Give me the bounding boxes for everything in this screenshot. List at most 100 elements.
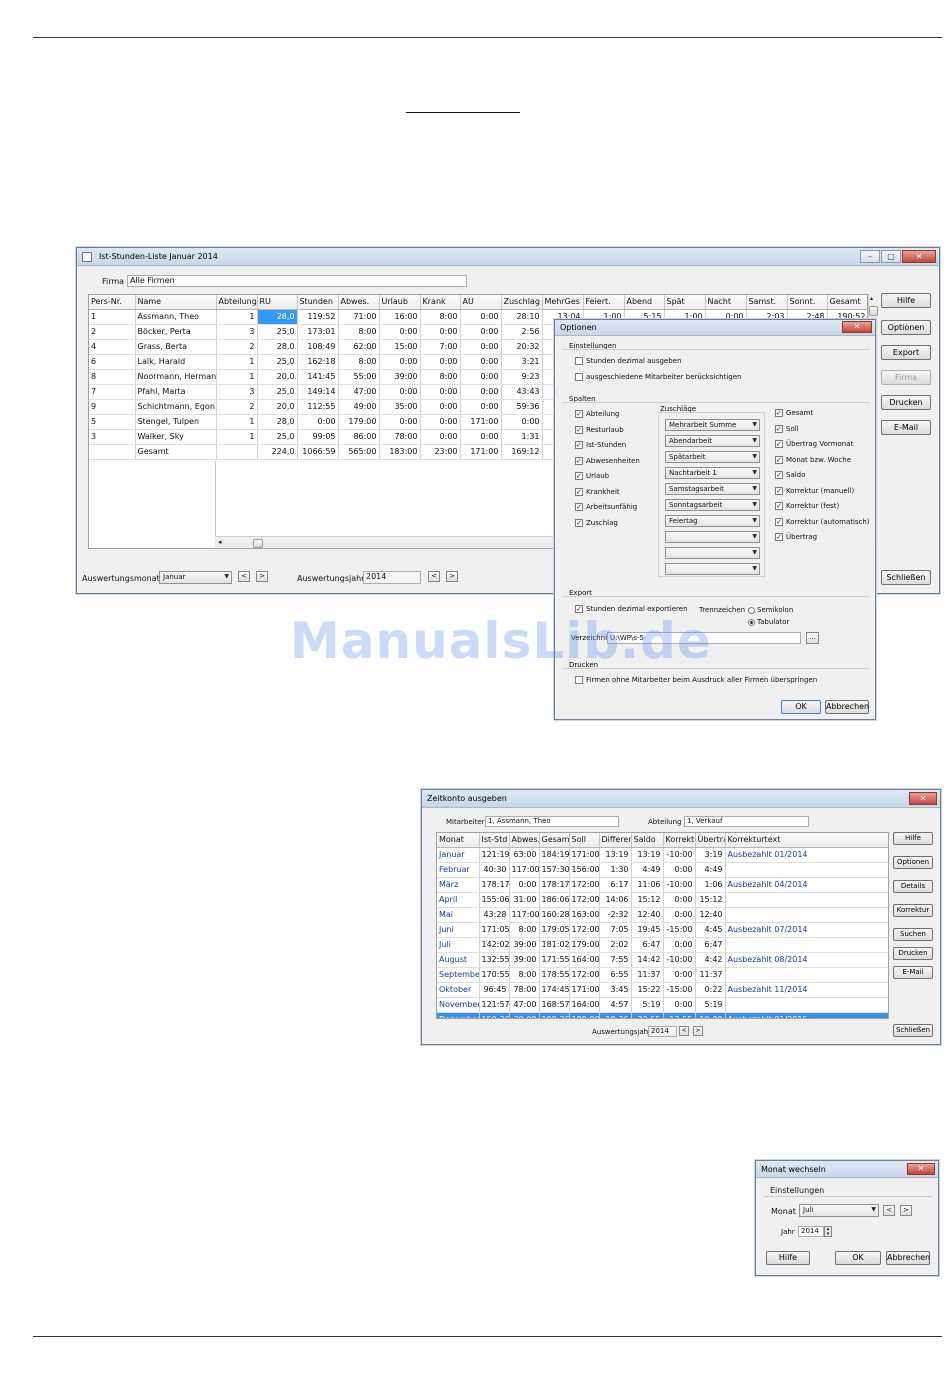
column-header[interactable]: Differenz	[599, 833, 632, 848]
zuschlag-dropdown[interactable]: Mehrarbeit Summe ▼	[665, 419, 760, 431]
column-header[interactable]: Saldo	[631, 833, 664, 848]
minimize-icon[interactable]: –	[860, 250, 880, 263]
checkbox-checked-icon[interactable]: ✓	[575, 410, 583, 418]
column-header[interactable]: Stunden	[297, 295, 339, 310]
monat-dropdown[interactable]: Januar ▼	[159, 571, 232, 584]
ist-stunden-titlebar[interactable]: Ist-Stunden-Liste Januar 2014 – □ ✕	[77, 248, 939, 266]
spalte-option-right[interactable]: ✓ Saldo	[775, 471, 805, 479]
scroll-left-icon[interactable]: ◂	[218, 538, 222, 546]
checkbox-checked-icon[interactable]: ✓	[575, 503, 583, 511]
zuschlag-dropdown[interactable]: ▼	[665, 563, 760, 575]
column-header[interactable]: Korrekturtext	[725, 833, 888, 848]
monat-select[interactable]: Juli ▼	[799, 1204, 879, 1217]
table-row[interactable]: November 121:57 47:00 168:57 164:00 4:57 5:19 0…	[437, 997, 888, 1013]
optionen-button[interactable]: Optionen	[881, 320, 931, 335]
checkbox-checked-icon[interactable]: ✓	[575, 456, 583, 465]
column-header[interactable]: Spät	[664, 295, 706, 310]
jahr-field[interactable]: 2014	[363, 571, 421, 584]
zuschlag-dropdown[interactable]: ▼	[665, 547, 760, 559]
zuschlag-dropdown[interactable]: Feiertag ▼	[665, 515, 760, 527]
monat-titlebar[interactable]: Monat wechseln ✕	[756, 1161, 938, 1178]
column-header[interactable]: Krank	[420, 295, 461, 310]
checkbox-checked-icon[interactable]: ✓	[575, 472, 583, 480]
spalte-option-right[interactable]: ✓ Übertrag Vormonat	[775, 440, 853, 448]
zuschlag-dropdown[interactable]: Spätarbeit ▼	[665, 451, 760, 463]
zuschlag-dropdown[interactable]: Nachtarbeit 1 ▼	[665, 467, 760, 479]
zk-year-prev-button[interactable]: <	[679, 1026, 689, 1036]
table-row[interactable]: Mai 43:28 117:00 160:28 163:00 -2:32 12:40 0:00…	[437, 907, 888, 923]
spalte-option-right[interactable]: ✓ Korrektur (manuell)	[775, 486, 854, 495]
monat-next-button[interactable]: >	[900, 1205, 912, 1216]
spalte-option-right[interactable]: ✓ Korrektur (fest)	[775, 502, 839, 510]
zk-drucken-button[interactable]: Drucken	[893, 947, 933, 960]
checkbox-checked-icon[interactable]: ✓	[575, 605, 583, 613]
column-header[interactable]: AU	[460, 295, 502, 310]
checkbox-checked-icon[interactable]: ✓	[575, 518, 583, 527]
column-header[interactable]: Gesamt	[827, 295, 867, 310]
spalte-option[interactable]: ✓ Resturlaub	[575, 425, 624, 434]
zk-korrektur-button[interactable]: Korrektur	[893, 904, 933, 917]
drucken-button[interactable]: Drucken	[881, 395, 931, 410]
column-header[interactable]: Soll	[569, 833, 600, 848]
month-prev-button[interactable]: <	[238, 571, 250, 582]
hilfe-button[interactable]: Hilfe	[881, 293, 931, 308]
firma-button[interactable]: Firma	[881, 370, 931, 385]
spalte-option[interactable]: ✓ Zuschlag	[575, 518, 618, 527]
optionen-ok-button[interactable]: OK	[781, 700, 821, 714]
column-header[interactable]: Monat	[437, 833, 480, 848]
jahr-spinner-field[interactable]: 2014	[798, 1226, 824, 1237]
zuschlag-dropdown[interactable]: ▼	[665, 531, 760, 543]
column-header[interactable]: Abend	[624, 295, 665, 310]
semikolon-radio[interactable]: Semikolon	[748, 606, 793, 614]
checkbox-checked-icon[interactable]: ✓	[775, 455, 783, 464]
optionen-close-icon[interactable]: ✕	[842, 321, 872, 333]
scroll-up-icon[interactable]: ▴	[870, 295, 873, 302]
spalte-option-right[interactable]: ✓ Soll	[775, 424, 799, 433]
table-row[interactable]: März 178:17 0:00 178:17 172:00 6:17 11:06 -10:0…	[437, 877, 888, 893]
tabulator-radio[interactable]: Tabulator	[748, 618, 789, 626]
spalte-option-right[interactable]: ✓ Übertrag	[775, 533, 817, 541]
monat-ok-button[interactable]: OK	[835, 1251, 881, 1265]
checkbox-checked-icon[interactable]: ✓	[575, 441, 583, 449]
table-row[interactable]: Februar 40:30 117:00 157:30 156:00 1:30 4:49 0:…	[437, 862, 888, 878]
spalte-option[interactable]: ✓ Abwesenheiten	[575, 456, 640, 465]
monat-abbrechen-button[interactable]: Abbrechen	[886, 1251, 930, 1265]
column-header[interactable]: Übertrag	[695, 833, 726, 848]
table-row[interactable]: September 170:55 8:00 178:55 172:00 6:55 11:37…	[437, 967, 888, 983]
table-row[interactable]: April 155:06 31:00 186:06 172:00 14:06 15:12 0:…	[437, 892, 888, 908]
checkbox-checked-icon[interactable]: ✓	[775, 471, 783, 479]
spalte-option[interactable]: ✓ Arbeitsunfähig	[575, 503, 637, 511]
column-header[interactable]: Korrektur	[663, 833, 696, 848]
export-dezimal-option[interactable]: ✓ Stunden dezimal exportieren	[575, 605, 688, 613]
zk-email-button[interactable]: E-Mail	[893, 966, 933, 979]
drucken-option[interactable]: Firmen ohne Mitarbeiter beim Ausdruck al…	[575, 676, 817, 684]
column-header[interactable]: Zuschlag	[501, 295, 543, 310]
horizontal-scroll-thumb[interactable]	[253, 539, 263, 548]
checkbox-checked-icon[interactable]: ✓	[575, 487, 583, 496]
spalte-option-right[interactable]: ✓ Monat bzw. Woche	[775, 455, 851, 464]
zuschlag-dropdown[interactable]: Samstagsarbeit ▼	[665, 483, 760, 495]
zk-suchen-button[interactable]: Suchen	[893, 928, 933, 941]
vertical-scroll-thumb[interactable]	[869, 306, 878, 316]
column-header[interactable]: Samst.	[746, 295, 788, 310]
close-icon[interactable]: ✕	[902, 250, 936, 263]
zk-optionen-button[interactable]: Optionen	[893, 856, 933, 869]
maximize-icon[interactable]: □	[881, 250, 901, 263]
spalte-option[interactable]: ✓ Urlaub	[575, 472, 609, 480]
email-button[interactable]: E-Mail	[881, 420, 931, 435]
checkbox-checked-icon[interactable]: ✓	[775, 424, 783, 433]
browse-folder-icon[interactable]: …	[806, 632, 819, 644]
column-header[interactable]: Abwes.	[338, 295, 380, 310]
schliessen-button[interactable]: Schließen	[881, 570, 931, 585]
zeitkonto-close-icon[interactable]: ✕	[909, 792, 937, 805]
year-prev-button[interactable]: <	[428, 571, 440, 582]
spalte-option[interactable]: ✓ Ist-Stunden	[575, 441, 626, 449]
einst-option-0[interactable]: Stunden dezimal ausgeben	[575, 357, 681, 365]
column-header[interactable]: Gesamt	[539, 833, 570, 848]
column-header[interactable]: Name	[135, 295, 217, 310]
table-row[interactable]: August 132:55 39:00 171:55 164:00 7:55 14:42 -1…	[437, 952, 888, 968]
column-header[interactable]: RU	[257, 295, 298, 310]
checkbox-icon[interactable]	[575, 357, 583, 365]
export-button[interactable]: Export	[881, 345, 931, 360]
spalte-option[interactable]: ✓ Krankheit	[575, 487, 620, 496]
